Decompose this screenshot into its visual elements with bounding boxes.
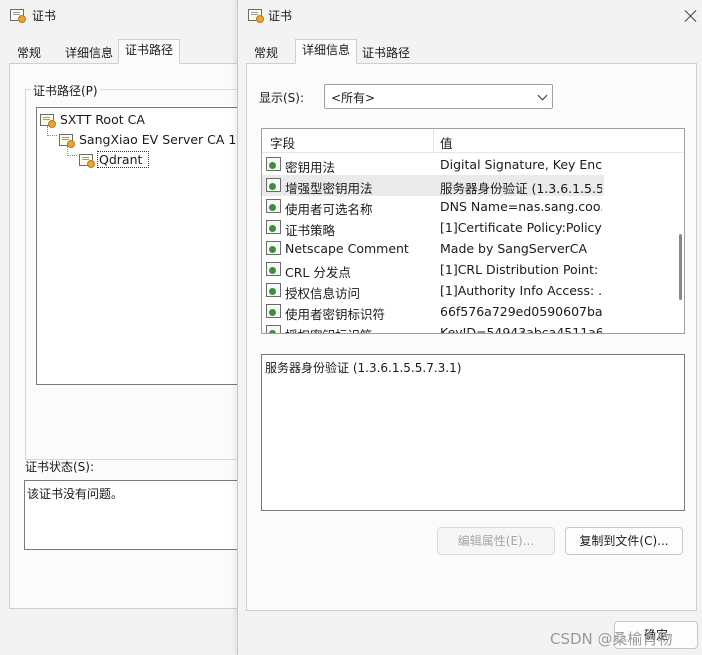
tab-details[interactable]: 详细信息 (295, 39, 358, 64)
details-tab-panel: 显示(S): <所有> 字段 值 密钥用法 Digital Signature, … (246, 63, 697, 611)
cert-status-label: 证书状态(S): (25, 460, 95, 474)
edit-properties-button[interactable]: 编辑属性(E)... (437, 527, 555, 555)
back-titlebar: 证书 (0, 0, 239, 30)
list-row[interactable]: 使用者可选名称 DNS Name=nas.sang.coo... (262, 196, 604, 217)
tree-selection-box (97, 151, 149, 168)
list-row[interactable]: Netscape Comment Made by SangServerCA (262, 238, 604, 259)
column-divider[interactable] (433, 129, 434, 153)
back-certificate-window: 证书 常规 详细信息 证书路径 证书路径(P) SXTT Root CA San… (0, 0, 256, 655)
cert-path-label: 证书路径(P) (31, 82, 100, 99)
close-icon[interactable] (684, 9, 698, 23)
list-row-selected[interactable]: 增强型密钥用法 服务器身份验证 (1.3.6.1.5.5... (262, 175, 604, 196)
list-row[interactable]: 使用者密钥标识符 66f576a729ed0590607ba... (262, 301, 604, 322)
back-tab-cert-path[interactable]: 证书路径 (118, 39, 181, 64)
field-icon (266, 220, 281, 234)
list-row[interactable]: 密钥用法 Digital Signature, Key Enc... (262, 154, 604, 175)
list-row[interactable]: 授权密钥标识符KeyID=54943abca4511a6... (262, 322, 604, 333)
list-row[interactable]: 证书策略 [1]Certificate Policy:Policy ... (262, 217, 604, 238)
chevron-down-icon (537, 90, 548, 101)
field-icon (266, 157, 281, 171)
show-label: 显示(S): (259, 91, 305, 105)
tab-cert-path[interactable]: 证书路径 (355, 42, 417, 64)
front-certificate-window: 证书 常规 详细信息 证书路径 显示(S): <所有> 字段 值 密钥用法 Dig… (237, 0, 702, 655)
fields-list[interactable]: 字段 值 密钥用法 Digital Signature, Key Enc... 增… (261, 128, 685, 334)
field-icon (266, 241, 281, 255)
certificate-icon (79, 154, 95, 168)
list-header: 字段 值 (262, 129, 684, 153)
tree-connector (47, 126, 57, 136)
cert-path-tree[interactable]: SXTT Root CA SangXiao EV Server CA 1 Qdr… (36, 107, 256, 385)
tab-general[interactable]: 常规 (247, 42, 285, 64)
back-window-title: 证书 (32, 9, 57, 23)
certificate-icon (10, 9, 26, 23)
list-row[interactable]: 授权信息访问 [1]Authority Info Access: ... (262, 280, 604, 301)
cert-status-textbox[interactable]: 该证书没有问题。 (24, 480, 240, 550)
field-icon (266, 199, 281, 213)
field-icon (266, 304, 281, 318)
detail-textbox[interactable]: 服务器身份验证 (1.3.6.1.5.5.7.3.1) (261, 354, 685, 511)
column-header-value[interactable]: 值 (440, 133, 453, 152)
column-header-field[interactable]: 字段 (270, 133, 295, 152)
front-titlebar: 证书 (238, 0, 702, 30)
list-scrollbar[interactable] (679, 234, 682, 300)
field-icon (266, 262, 281, 276)
watermark: CSDN @桑榆肖物 (550, 630, 673, 648)
show-dropdown[interactable]: <所有> (324, 84, 553, 109)
back-tab-general[interactable]: 常规 (10, 42, 48, 64)
show-dropdown-value: <所有> (331, 91, 376, 105)
field-icon (266, 325, 281, 333)
tree-connector (67, 146, 77, 156)
copy-to-file-button[interactable]: 复制到文件(C)... (565, 527, 683, 555)
front-window-title: 证书 (268, 9, 293, 23)
list-row[interactable]: CRL 分发点 [1]CRL Distribution Point: ... (262, 259, 604, 280)
certificate-icon (40, 114, 56, 128)
back-tab-details[interactable]: 详细信息 (58, 42, 120, 64)
field-icon (266, 283, 281, 297)
certificate-icon (248, 9, 264, 23)
field-icon (266, 178, 281, 192)
certificate-icon (59, 134, 75, 148)
cert-path-groupbox: 证书路径(P) SXTT Root CA SangXiao EV Server … (25, 82, 256, 460)
